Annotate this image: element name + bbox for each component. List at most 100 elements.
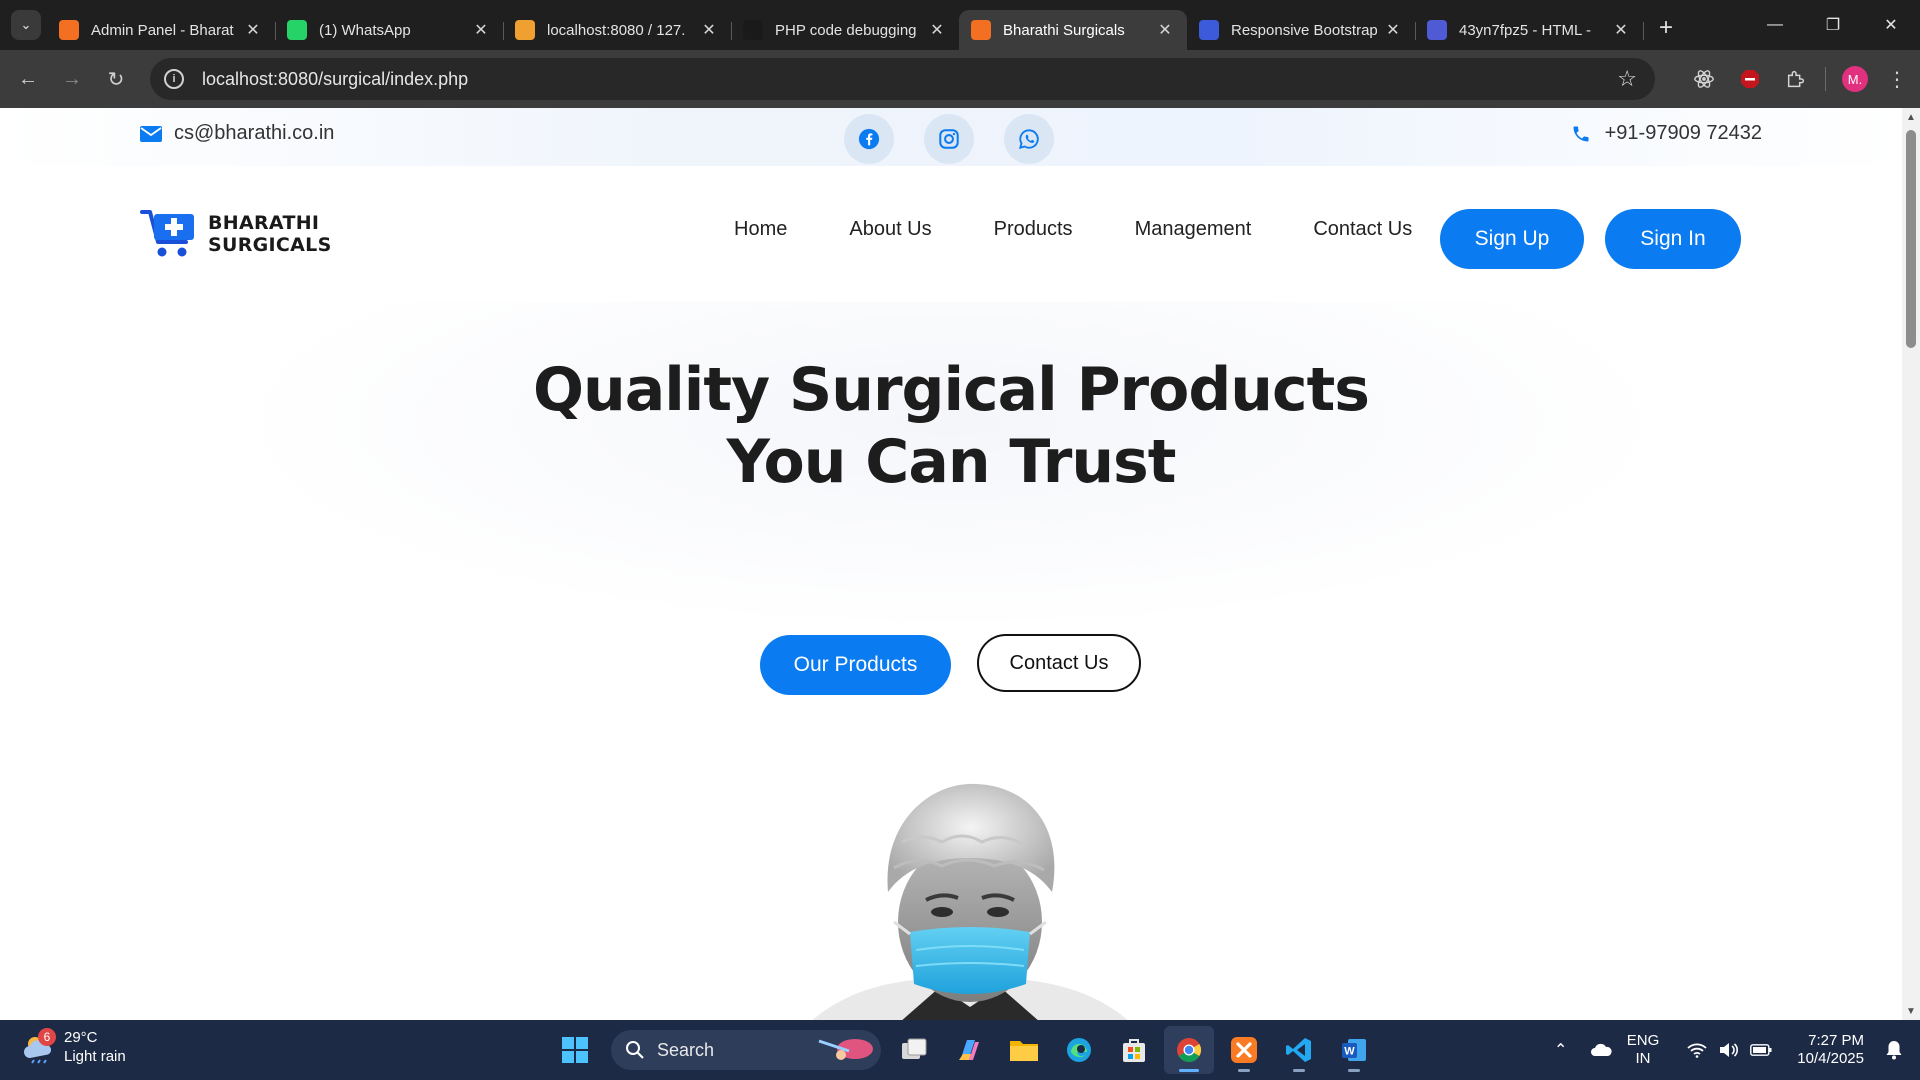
address-bar[interactable]: i localhost:8080/surgical/index.php ☆ (150, 58, 1655, 100)
notification-bell-icon[interactable] (1878, 1040, 1910, 1060)
our-products-button[interactable]: Our Products (760, 635, 951, 695)
search-label: Search (657, 1039, 715, 1060)
forward-icon[interactable]: → (50, 68, 94, 91)
minimize-icon[interactable]: — (1746, 0, 1804, 50)
tab-close-icon[interactable]: ✕ (927, 20, 947, 40)
page-scrollbar[interactable]: ▲ ▼ (1902, 108, 1920, 1020)
contact-email[interactable]: cs@bharathi.co.in (140, 122, 334, 145)
browser-tab[interactable]: 43yn7fpz5 - HTML - ✕ (1415, 10, 1644, 50)
code-icon (1427, 20, 1447, 40)
task-view-button[interactable] (889, 1026, 939, 1074)
system-tray: ⌃ ENG IN 7:27 PM 10/4/2025 (1545, 1020, 1920, 1080)
weather-widget[interactable]: 6 29°C Light rain (22, 1028, 126, 1066)
chrome-button[interactable] (1164, 1026, 1214, 1074)
running-indicator (1348, 1069, 1360, 1072)
whatsapp-link[interactable] (1004, 114, 1054, 164)
tab-title: Responsive Bootstrap (1231, 21, 1377, 39)
edge-button[interactable] (1054, 1026, 1104, 1074)
tab-close-icon[interactable]: ✕ (1611, 20, 1631, 40)
bookmark-star-icon[interactable]: ☆ (1617, 66, 1637, 92)
react-devtools-icon[interactable] (1681, 68, 1727, 90)
nav-home[interactable]: Home (734, 218, 787, 241)
hero-section: Quality Surgical Products You Can Trust … (0, 302, 1902, 1020)
contact-us-button[interactable]: Contact Us (977, 634, 1141, 692)
search-icon (626, 1041, 644, 1059)
vscode-button[interactable] (1274, 1026, 1324, 1074)
browser-tab[interactable]: Responsive Bootstrap ✕ (1187, 10, 1416, 50)
back-icon[interactable]: ← (6, 68, 50, 91)
social-links (844, 114, 1054, 164)
xampp-button[interactable] (1219, 1026, 1269, 1074)
facebook-link[interactable] (844, 114, 894, 164)
wifi-icon[interactable] (1681, 1042, 1713, 1058)
nav-about-us[interactable]: About Us (849, 218, 931, 241)
email-text: cs@bharathi.co.in (174, 122, 335, 144)
start-button[interactable] (550, 1026, 600, 1074)
show-hidden-icons[interactable]: ⌃ (1545, 1040, 1577, 1060)
tab-close-icon[interactable]: ✕ (1155, 20, 1175, 40)
folder-icon (1010, 1041, 1038, 1061)
sign-in-button[interactable]: Sign In (1605, 209, 1741, 269)
vscode-icon (1286, 1038, 1311, 1062)
nav-contact-us[interactable]: Contact Us (1313, 218, 1412, 241)
onedrive-icon[interactable] (1585, 1043, 1617, 1057)
url-text[interactable]: localhost:8080/surgical/index.php (202, 69, 468, 90)
store-button[interactable] (1109, 1026, 1159, 1074)
instagram-link[interactable] (924, 114, 974, 164)
chatgpt-icon (743, 20, 763, 40)
window-controls: — ❐ ✕ (1746, 0, 1920, 50)
restore-icon[interactable]: ❐ (1804, 0, 1862, 50)
tab-close-icon[interactable]: ✕ (1383, 20, 1403, 40)
tab-close-icon[interactable]: ✕ (699, 20, 719, 40)
xampp-icon (59, 20, 79, 40)
language-indicator[interactable]: ENG IN (1627, 1032, 1660, 1068)
close-window-icon[interactable]: ✕ (1862, 0, 1920, 50)
mail-icon (140, 125, 162, 142)
scroll-up-icon[interactable]: ▲ (1902, 108, 1920, 126)
browser-tab[interactable]: Bharathi Surgicals ✕ (959, 10, 1187, 50)
word-button[interactable]: W (1329, 1026, 1379, 1074)
windows-logo-icon (562, 1037, 588, 1063)
tab-title: localhost:8080 / 127. (547, 21, 686, 39)
browser-tab[interactable]: localhost:8080 / 127. ✕ (503, 10, 732, 50)
lang-code: ENG (1626, 1032, 1660, 1049)
volume-icon[interactable] (1713, 1042, 1745, 1058)
more-menu-icon[interactable]: ⋮ (1878, 67, 1916, 92)
profile-button[interactable]: M. (1832, 66, 1878, 92)
nav-products[interactable]: Products (994, 218, 1073, 241)
logo-wordmark: BHARATHI SURGICALS (208, 212, 332, 256)
reload-icon[interactable]: ↻ (94, 67, 138, 92)
scroll-thumb[interactable] (1906, 130, 1916, 348)
browser-tab[interactable]: Admin Panel - Bharat ✕ (47, 10, 276, 50)
running-indicator (1293, 1069, 1305, 1072)
taskbar-search[interactable]: Search (611, 1030, 881, 1070)
sign-up-button[interactable]: Sign Up (1440, 209, 1584, 269)
weather-desc: Light rain (64, 1048, 126, 1065)
clock-date: 10/4/2025 (1797, 1050, 1864, 1067)
new-tab-icon[interactable]: + (1659, 14, 1673, 42)
hero-title: Quality Surgical Products You Can Trust (0, 354, 1902, 498)
browser-tab[interactable]: PHP code debugging ✕ (731, 10, 959, 50)
site-logo[interactable]: BHARATHI SURGICALS (140, 208, 332, 260)
browser-tab[interactable]: (1) WhatsApp ✕ (275, 10, 504, 50)
svg-text:W: W (1344, 1046, 1355, 1058)
weather-cloud-rain-icon: 6 (22, 1028, 56, 1064)
extensions-puzzle-icon[interactable] (1773, 68, 1819, 90)
store-icon (1123, 1039, 1145, 1062)
tab-search-button[interactable]: ⌄ (11, 10, 41, 40)
file-explorer-button[interactable] (999, 1026, 1049, 1074)
tab-close-icon[interactable]: ✕ (243, 20, 263, 40)
site-info-icon[interactable]: i (164, 69, 184, 89)
clock-time: 7:27 PM (1808, 1032, 1864, 1049)
clock[interactable]: 7:27 PM 10/4/2025 (1797, 1032, 1864, 1068)
contact-phone[interactable]: +91-97909 72432 (1571, 122, 1762, 145)
tab-close-icon[interactable]: ✕ (471, 20, 491, 40)
adblock-extension-icon[interactable] (1727, 69, 1773, 89)
scroll-down-icon[interactable]: ▼ (1902, 1002, 1920, 1020)
chevron-down-icon: ⌄ (20, 17, 32, 32)
xampp-icon (971, 20, 991, 40)
copilot-button[interactable] (944, 1026, 994, 1074)
nav-management[interactable]: Management (1135, 218, 1252, 241)
search-highlight-icon (818, 1039, 873, 1060)
battery-icon[interactable] (1745, 1044, 1777, 1056)
